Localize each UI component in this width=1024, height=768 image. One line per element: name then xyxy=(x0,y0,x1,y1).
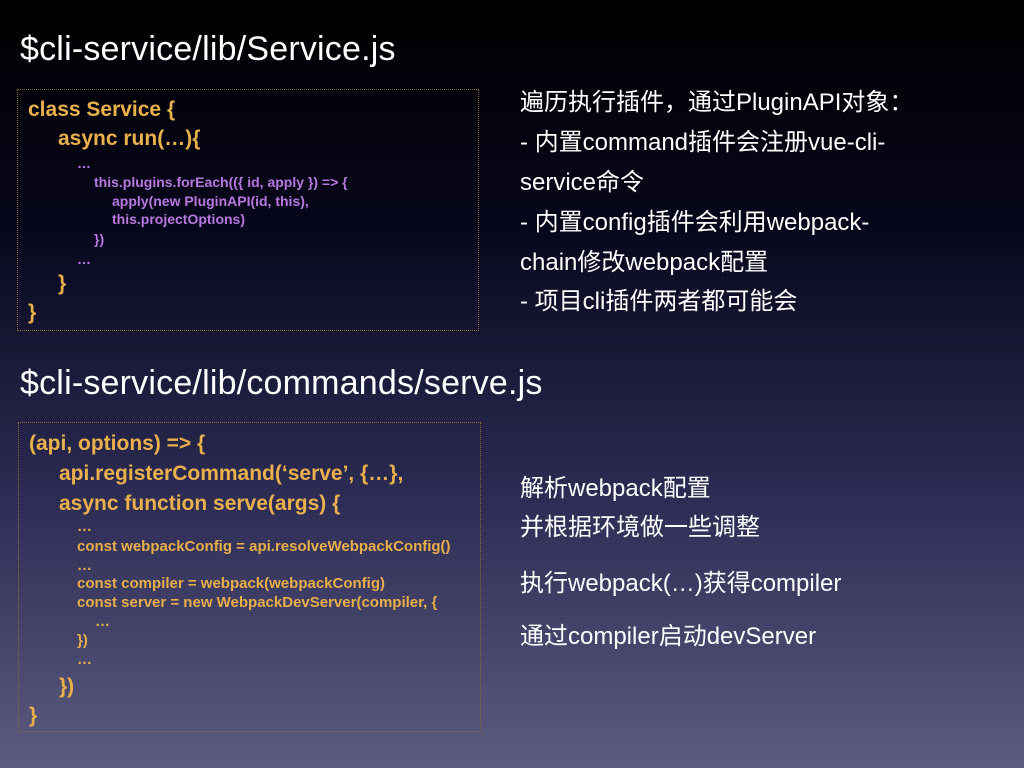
code-line: … xyxy=(77,518,92,535)
code-line: api.registerCommand(‘serve’, {…}, xyxy=(59,462,404,485)
code-line: } xyxy=(28,301,37,324)
code-line: }) xyxy=(59,675,75,698)
code-line: … xyxy=(77,557,92,574)
code-line: … xyxy=(77,251,91,267)
service-code-block: class Service { async run(…){ … this.plu… xyxy=(17,89,479,331)
code-line: class Service { xyxy=(28,98,176,121)
description-line: service命令 xyxy=(520,169,645,196)
description-line: 解析webpack配置 xyxy=(520,475,711,502)
serve-file-title: $cli-service/lib/commands/serve.js xyxy=(20,364,543,402)
code-line: this.plugins.forEach(({ id, apply }) => … xyxy=(94,174,348,190)
code-line: async function serve(args) { xyxy=(59,492,341,515)
code-line: const compiler = webpack(webpackConfig) xyxy=(77,575,385,592)
description-line: chain修改webpack配置 xyxy=(520,249,769,276)
serve-code-block: (api, options) => { api.registerCommand(… xyxy=(18,422,481,732)
code-line: } xyxy=(29,704,38,727)
code-line: } xyxy=(58,272,67,295)
code-line: … xyxy=(77,651,92,668)
code-line: … xyxy=(77,155,91,171)
code-line: … xyxy=(95,613,110,630)
description-line: 遍历执行插件，通过PluginAPI对象： xyxy=(520,89,914,116)
description-line: - 内置config插件会利用webpack- xyxy=(520,209,870,236)
code-line: this.projectOptions) xyxy=(112,211,245,227)
code-line: const webpackConfig = api.resolveWebpack… xyxy=(77,538,451,555)
code-line: apply(new PluginAPI(id, this), xyxy=(112,193,309,209)
code-line: }) xyxy=(94,231,105,247)
code-line: }) xyxy=(77,632,88,649)
code-line: (api, options) => { xyxy=(29,432,206,455)
description-line: - 项目cli插件两者都可能会 xyxy=(520,288,798,315)
service-file-title: $cli-service/lib/Service.js xyxy=(20,30,396,68)
description-line: 通过compiler启动devServer xyxy=(520,623,817,650)
description-line: - 内置command插件会注册vue-cli- xyxy=(520,129,886,156)
description-line: 执行webpack(…)获得compiler xyxy=(520,570,842,597)
description-line: 并根据环境做一些调整 xyxy=(520,514,760,541)
slide: $cli-service/lib/Service.js class Servic… xyxy=(0,0,1024,768)
code-line: const server = new WebpackDevServer(comp… xyxy=(77,594,438,611)
code-line: async run(…){ xyxy=(58,127,201,150)
